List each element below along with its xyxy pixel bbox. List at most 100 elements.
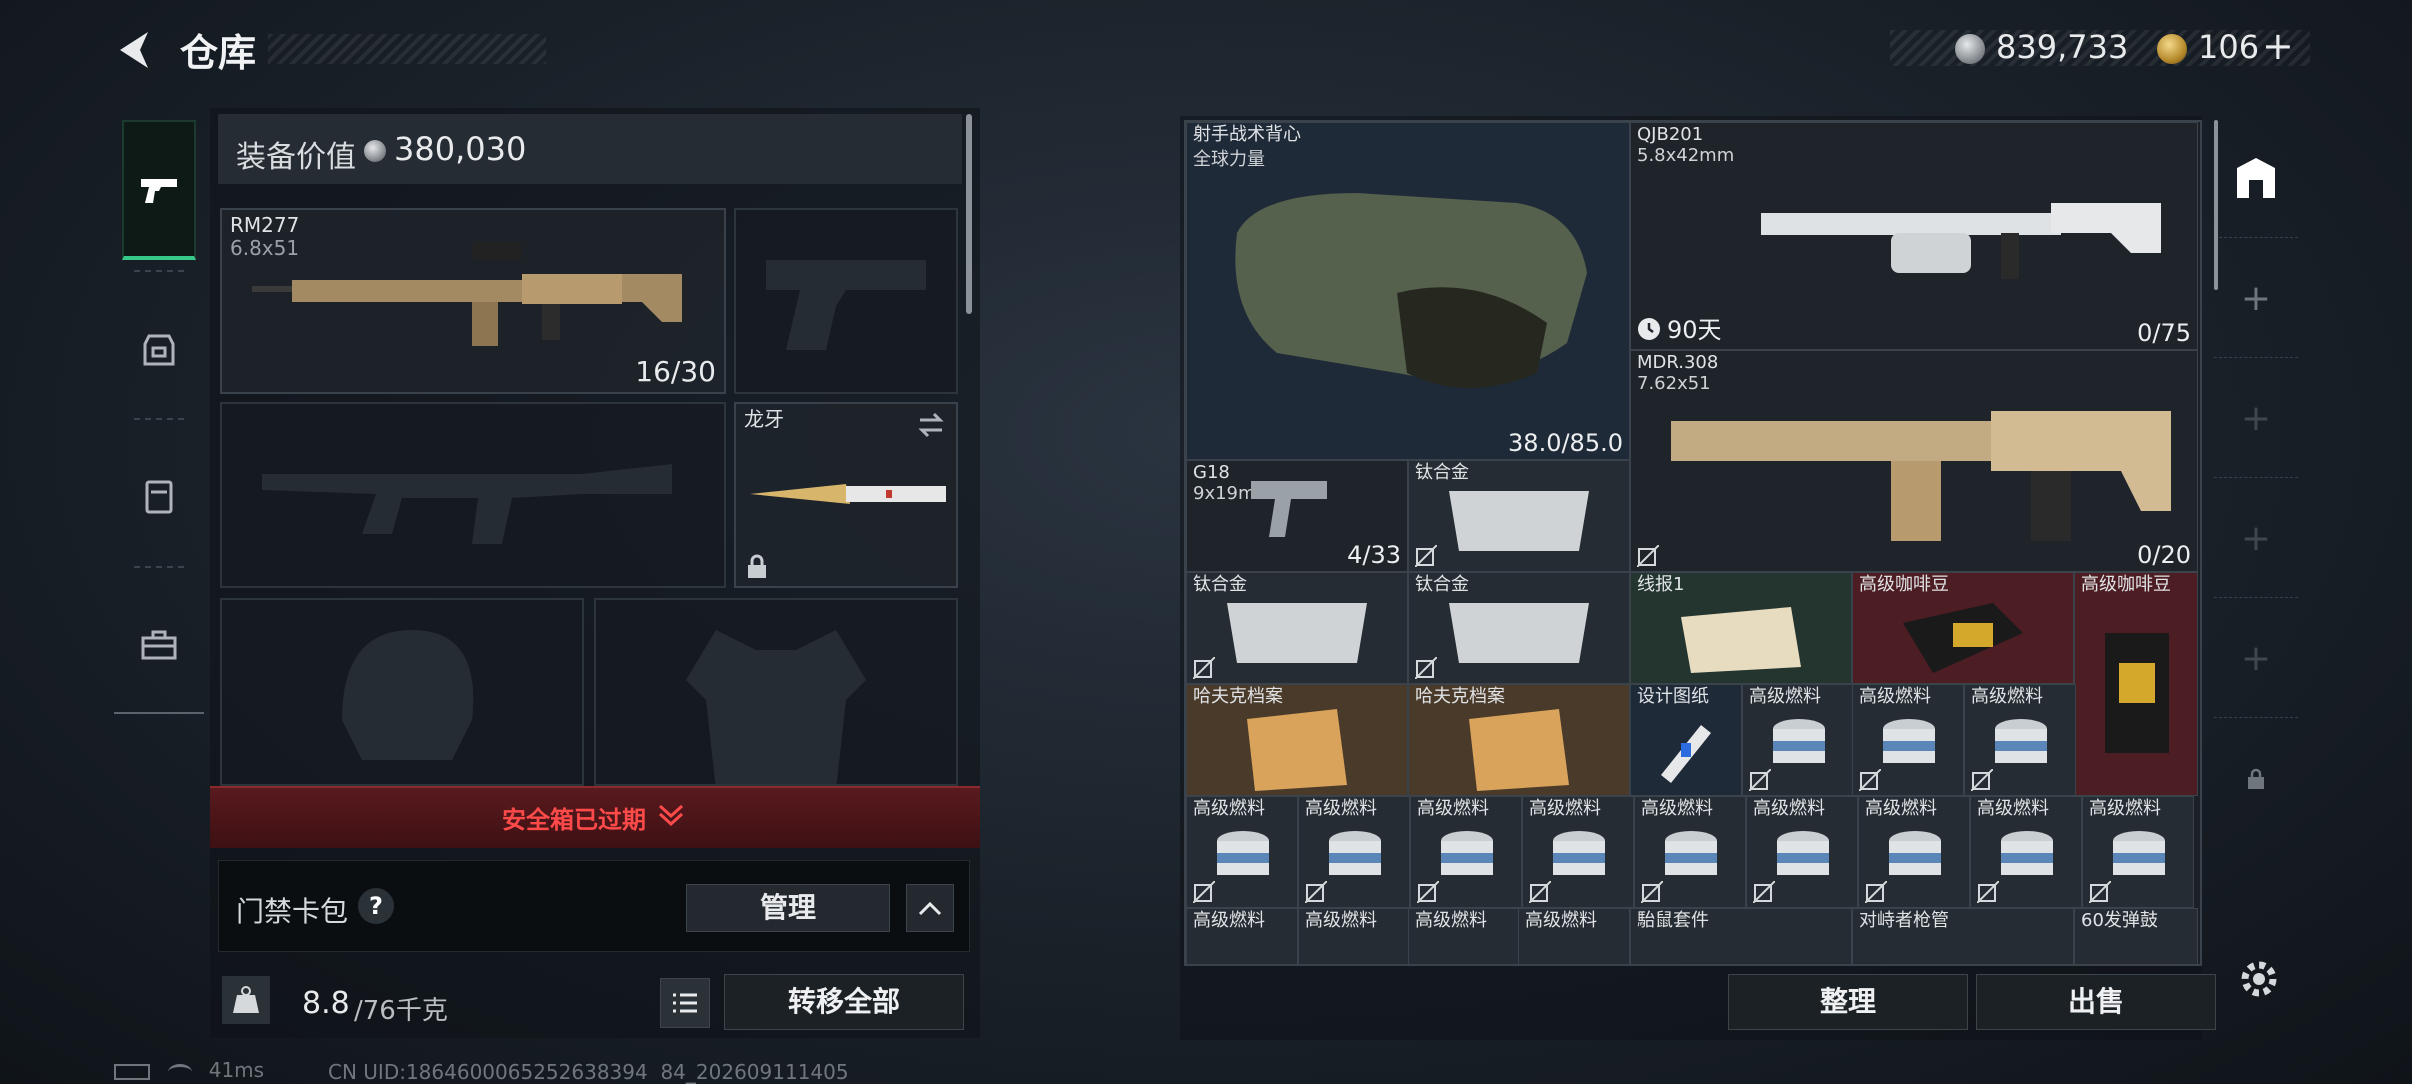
item-caliber: 5.8x42mm xyxy=(1637,145,1735,166)
no-insure-icon xyxy=(1641,881,1663,903)
list-view-button[interactable] xyxy=(660,978,710,1028)
item-name: 駘鼠套件 xyxy=(1637,910,1709,931)
slot-secondary-weapon[interactable] xyxy=(734,208,958,394)
add-stash-tab[interactable]: + xyxy=(2214,360,2298,478)
stash-item[interactable]: MDR.308 7.62x51 0/20 xyxy=(1630,350,2198,572)
stash-item[interactable]: 高级燃料 xyxy=(1408,908,1520,964)
transfer-all-button[interactable]: 转移全部 xyxy=(724,974,964,1030)
help-icon[interactable]: ? xyxy=(358,888,394,924)
stash-item[interactable]: 设计图纸 xyxy=(1630,684,1742,796)
stash-item[interactable]: 高级燃料 xyxy=(1186,796,1298,908)
tab-stash-main[interactable] xyxy=(2214,120,2298,238)
stash-item[interactable]: 射手战术背心 全球力量 38.0/85.0 xyxy=(1186,122,1630,460)
stash-item[interactable]: 对峙者枪管 xyxy=(1852,908,2074,964)
scrollbar[interactable] xyxy=(966,114,972,314)
item-name: 高级咖啡豆 xyxy=(1859,574,1949,595)
melee-name: 龙牙 xyxy=(744,407,784,431)
item-name: 高级燃料 xyxy=(1753,798,1825,819)
item-name: 高级燃料 xyxy=(1749,686,1821,707)
sell-button[interactable]: 出售 xyxy=(1976,974,2216,1030)
stash-item[interactable]: 高级燃料 xyxy=(1746,796,1858,908)
stash-item[interactable]: 哈夫克档案 xyxy=(1186,684,1408,796)
stash-item[interactable]: 线报1 xyxy=(1630,572,1852,684)
wifi-icon xyxy=(168,1063,193,1080)
item-name: 高级燃料 xyxy=(1193,798,1265,819)
stash-item[interactable]: G18 9x19mm 4/33 xyxy=(1186,460,1408,572)
stash-item[interactable]: 高级燃料 xyxy=(2082,796,2194,908)
helmet-placeholder-icon xyxy=(342,630,474,760)
slot-secondary-primary[interactable] xyxy=(220,402,726,588)
slot-primary-weapon[interactable]: RM277 6.8x51 16/30 xyxy=(220,208,726,394)
item-name: 钛合金 xyxy=(1193,574,1247,595)
slot-melee[interactable]: 龙牙 xyxy=(734,402,958,588)
rifle-image xyxy=(252,242,682,346)
stash-item[interactable]: 高级咖啡豆 xyxy=(1852,572,2074,684)
stash-item[interactable]: 高级燃料 xyxy=(1970,796,2082,908)
add-stash-tab[interactable]: + xyxy=(2214,600,2298,718)
stash-item[interactable]: 高级燃料 xyxy=(1964,684,2076,796)
stash-item[interactable]: 高级燃料 xyxy=(1518,908,1630,964)
stash-item[interactable]: 高级燃料 xyxy=(1186,908,1298,964)
fuel-can-image xyxy=(1441,831,1493,875)
stash-item[interactable]: 钛合金 xyxy=(1408,572,1630,684)
collapse-button[interactable] xyxy=(906,884,954,932)
stash-item[interactable]: QJB201 5.8x42mm 90天 0/75 xyxy=(1630,122,2198,350)
item-name: 高级咖啡豆 xyxy=(2081,574,2171,595)
no-insure-icon xyxy=(1415,545,1437,567)
stash-item[interactable]: 高级燃料 xyxy=(1298,796,1410,908)
rifle-image xyxy=(1671,411,2171,541)
durability: 38.0/85.0 xyxy=(1508,429,1623,457)
stash-item[interactable]: 高级燃料 xyxy=(1858,796,1970,908)
equip-value-label: 装备价值 xyxy=(236,140,356,175)
stash-item[interactable]: 哈夫克档案 xyxy=(1408,684,1630,796)
stash-item[interactable]: 钛合金 xyxy=(1408,460,1630,572)
pistol-image xyxy=(1251,481,1327,537)
locked-stash-tab[interactable] xyxy=(2214,720,2298,838)
swap-icon[interactable] xyxy=(916,412,946,438)
fuel-can-image xyxy=(2113,831,2165,875)
stash-item[interactable]: 高级咖啡豆 xyxy=(2074,572,2198,796)
fuel-can-image xyxy=(2001,831,2053,875)
blueprint-image xyxy=(1661,725,1711,783)
stash-item[interactable]: 高级燃料 xyxy=(1742,684,1854,796)
stash-item[interactable]: 駘鼠套件 xyxy=(1630,908,1852,964)
item-name: 钛合金 xyxy=(1415,574,1469,595)
tab-containers[interactable] xyxy=(122,426,196,566)
add-stash-tab[interactable]: + xyxy=(2214,240,2298,358)
pistol-placeholder-icon xyxy=(766,260,926,350)
tab-toolbox[interactable] xyxy=(122,574,196,714)
add-stash-tab[interactable]: + xyxy=(2214,480,2298,598)
item-name: MDR.308 xyxy=(1637,352,1719,373)
weight-icon xyxy=(222,976,270,1024)
tab-armor[interactable] xyxy=(122,278,196,418)
scrollbar[interactable] xyxy=(2214,120,2218,290)
stash-item[interactable]: 高级燃料 xyxy=(1298,908,1410,964)
sort-button[interactable]: 整理 xyxy=(1728,974,1968,1030)
stash-item[interactable]: 60发弹鼓 xyxy=(2074,908,2198,964)
gear-icon[interactable] xyxy=(2236,956,2282,1002)
ammo-count: 4/33 xyxy=(1347,541,1401,569)
fuel-can-image xyxy=(1217,831,1269,875)
network-status: 41ms xyxy=(114,1058,264,1082)
slot-helmet[interactable] xyxy=(220,598,584,786)
no-insure-icon xyxy=(1529,881,1551,903)
tab-divider xyxy=(134,566,184,568)
ammo-count: 0/75 xyxy=(2137,319,2191,347)
stash-item[interactable]: 高级燃料 xyxy=(1522,796,1634,908)
carry-weight: 8.8 xyxy=(302,986,350,1021)
tab-weapons[interactable] xyxy=(122,120,196,260)
add-gold-button[interactable]: + xyxy=(2262,24,2294,68)
manage-button[interactable]: 管理 xyxy=(686,884,890,932)
title-decoration xyxy=(268,34,546,64)
back-arrow-icon[interactable] xyxy=(110,26,158,74)
stash-item[interactable]: 高级燃料 xyxy=(1634,796,1746,908)
gold-balance: 106 xyxy=(2198,28,2260,66)
slot-armor[interactable] xyxy=(594,598,958,786)
item-name: 高级燃料 xyxy=(1529,798,1601,819)
stash-item[interactable]: 钛合金 xyxy=(1186,572,1408,684)
item-name: 高级燃料 xyxy=(1859,686,1931,707)
tab-divider xyxy=(134,418,184,420)
stash-item[interactable]: 高级燃料 xyxy=(1410,796,1522,908)
no-insure-icon xyxy=(1637,545,1659,567)
stash-item[interactable]: 高级燃料 xyxy=(1852,684,1964,796)
